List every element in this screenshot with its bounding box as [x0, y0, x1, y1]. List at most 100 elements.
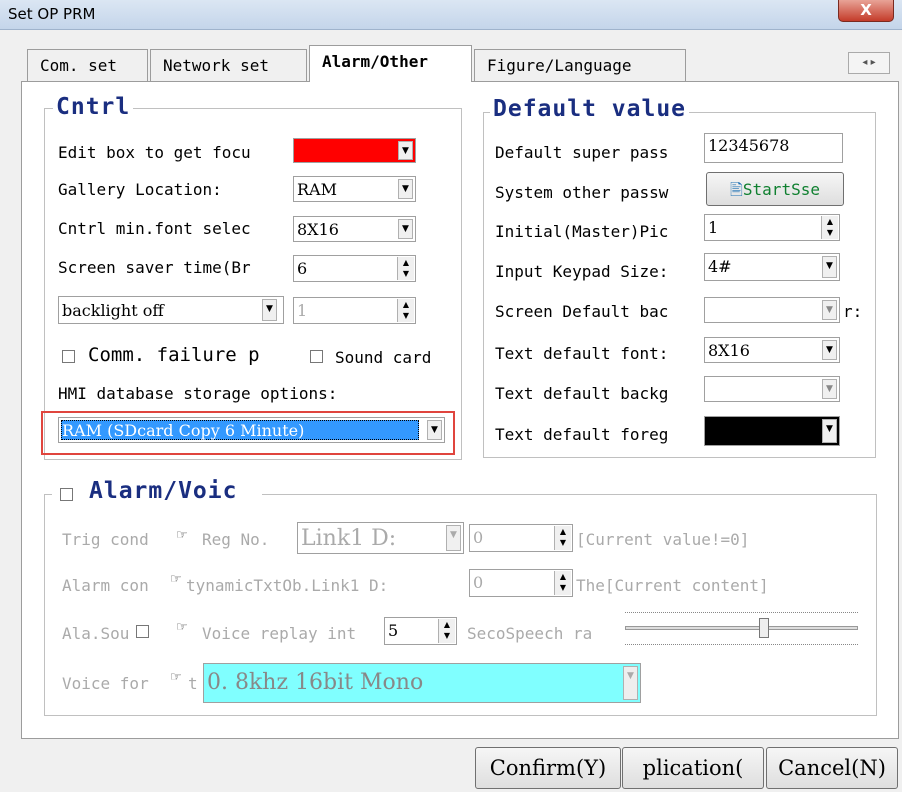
chevron-down-icon[interactable]: ▼ [822, 300, 837, 320]
start-sse-button[interactable]: 🖹StartSse [706, 172, 844, 206]
screen-saver-spinner[interactable]: 6 ▲ ▼ [293, 255, 416, 282]
chevron-down-icon[interactable]: ▼ [398, 219, 413, 239]
application-button[interactable]: plication( [622, 747, 764, 789]
backlight-spinner[interactable]: 1 ▲ ▼ [293, 297, 416, 324]
screen-bg-label: Screen Default bac [495, 302, 669, 321]
dynamic-text-label: tynamicTxtOb.Link1 D: [186, 576, 389, 595]
alarm-voice-legend: Alarm/Voic [86, 478, 241, 504]
screen-saver-value: 6 [297, 259, 308, 278]
reg-no-label: Reg No. [202, 530, 270, 549]
voice-format-suffix: t [188, 674, 198, 693]
backlight-select[interactable]: backlight off ▼ [58, 296, 284, 324]
cancel-button[interactable]: Cancel(N) [766, 747, 898, 789]
chevron-down-icon[interactable]: ▼ [446, 525, 461, 551]
keypad-size-label: Input Keypad Size: [495, 262, 669, 281]
default-value-group [483, 112, 876, 458]
text-bg-color-combo[interactable]: ▼ [704, 376, 840, 402]
screen-bg-suffix: r: [843, 302, 863, 321]
spin-arrows-icon[interactable]: ▲ ▼ [397, 257, 414, 280]
tab-scroll-arrows[interactable]: ◂ ▸ [848, 52, 890, 74]
chevron-down-icon[interactable]: ▼ [822, 419, 837, 443]
db-storage-select[interactable]: RAM (SDcard Copy 6 Minute) ▼ [58, 417, 445, 443]
sound-card-label: Sound card [335, 348, 432, 367]
super-pass-label: Default super pass [495, 143, 669, 162]
tab-figure-language[interactable]: Figure/Language [474, 49, 686, 81]
other-pass-label: System other passw [495, 183, 669, 202]
backlight-number: 1 [297, 301, 308, 320]
screen-saver-label: Screen saver time(Br [58, 258, 251, 277]
chevron-down-icon[interactable]: ▼ [427, 420, 442, 440]
voice-format-select[interactable]: 0. 8khz 16bit Mono ▼ [203, 663, 641, 703]
comm-failure-label: Comm. failure p [88, 344, 260, 366]
speech-rate-slider[interactable] [623, 608, 860, 652]
voice-replay-value: 5 [388, 621, 399, 640]
hand-pointer-icon[interactable]: ☞ [176, 620, 188, 635]
keyboard-icon: 🖹 [730, 180, 743, 199]
start-sse-label: StartSse [742, 180, 820, 199]
cntrl-legend: Cntrl [53, 94, 134, 120]
alarm-voice-checkbox[interactable] [60, 488, 73, 501]
hand-pointer-icon[interactable]: ☞ [170, 572, 182, 587]
slider-ticks-top [625, 612, 858, 616]
text-bg-label: Text default backg [495, 384, 669, 403]
initial-pic-label: Initial(Master)Pic [495, 222, 669, 241]
spin-arrows-icon[interactable]: ▲ ▼ [397, 299, 414, 322]
chevron-down-icon[interactable]: ▼ [398, 141, 413, 160]
confirm-button[interactable]: Confirm(Y) [475, 747, 621, 789]
hand-pointer-icon[interactable]: ☞ [176, 528, 188, 543]
trig-link-select[interactable]: Link1 D: ▼ [297, 522, 464, 554]
chevron-down-icon[interactable]: ▼ [262, 299, 277, 321]
keypad-size-value: 4# [708, 257, 732, 276]
gallery-location-value: RAM [297, 180, 337, 199]
initial-pic-spinner[interactable]: 1 ▲ ▼ [704, 214, 840, 241]
alarm-number-value: 0 [473, 573, 484, 592]
text-font-label: Text default font: [495, 344, 669, 363]
text-fg-color-combo[interactable]: ▼ [704, 416, 840, 446]
edit-focus-label: Edit box to get focu [58, 143, 251, 162]
tab-alarm-other[interactable]: Alarm/Other [309, 45, 472, 82]
voice-format-label: Voice for [62, 674, 149, 693]
gallery-location-select[interactable]: RAM ▼ [293, 176, 416, 202]
trig-number-value: 0 [473, 528, 484, 547]
alarm-number-spinner[interactable]: 0 ▲ ▼ [469, 569, 573, 597]
slider-track [625, 626, 858, 630]
chevron-down-icon[interactable]: ▼ [398, 179, 413, 199]
chevron-down-icon[interactable]: ▼ [822, 379, 837, 399]
title-bar [0, 0, 902, 30]
initial-pic-value: 1 [708, 218, 719, 237]
hand-pointer-icon[interactable]: ☞ [170, 670, 182, 685]
min-font-select[interactable]: 8X16 ▼ [293, 216, 416, 242]
speech-rate-label: SecoSpeech ra [467, 624, 593, 643]
screen-bg-color-combo[interactable]: ▼ [704, 297, 840, 323]
chevron-down-icon[interactable]: ▼ [822, 256, 837, 278]
spin-arrows-icon[interactable]: ▲ ▼ [554, 571, 571, 595]
min-font-value: 8X16 [297, 220, 339, 239]
voice-replay-spinner[interactable]: 5 ▲ ▼ [384, 617, 457, 645]
trig-link-value: Link1 D: [301, 526, 397, 551]
spin-arrows-icon[interactable]: ▲ ▼ [438, 619, 455, 643]
trig-number-spinner[interactable]: 0 ▲ ▼ [469, 524, 573, 552]
window-title: Set OP PRM [8, 5, 96, 23]
gallery-location-label: Gallery Location: [58, 180, 222, 199]
voice-format-value: 0. 8khz 16bit Mono [207, 670, 424, 695]
super-pass-input[interactable]: 12345678 [704, 133, 843, 163]
ala-sound-checkbox[interactable] [136, 625, 149, 638]
chevron-down-icon[interactable]: ▼ [822, 340, 837, 360]
text-font-value: 8X16 [708, 341, 750, 360]
slider-thumb[interactable] [758, 618, 769, 638]
chevron-down-icon[interactable]: ▼ [623, 666, 638, 700]
edit-focus-color-combo[interactable]: ▼ [293, 138, 416, 163]
alarm-content-label: Alarm con [62, 576, 149, 595]
sound-card-checkbox[interactable] [310, 350, 323, 363]
spin-arrows-icon[interactable]: ▲ ▼ [554, 526, 571, 550]
ala-sound-label: Ala.Sou [62, 624, 130, 643]
close-button[interactable]: X [838, 0, 894, 22]
spin-arrows-icon[interactable]: ▲ ▼ [821, 216, 838, 239]
keypad-size-select[interactable]: 4# ▼ [704, 253, 840, 281]
trig-cond-label: Trig cond [62, 530, 149, 549]
comm-failure-checkbox[interactable] [62, 350, 75, 363]
tab-network-set[interactable]: Network set [150, 49, 307, 81]
tab-com-set[interactable]: Com. set [27, 49, 148, 81]
text-font-select[interactable]: 8X16 ▼ [704, 337, 840, 363]
voice-replay-label: Voice replay int [202, 624, 357, 643]
